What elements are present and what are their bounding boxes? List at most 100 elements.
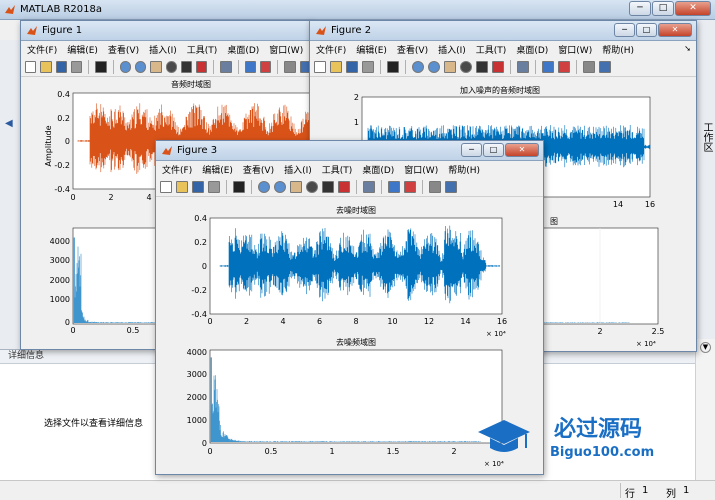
chevron-down-icon[interactable]: ▼ xyxy=(700,342,711,353)
menu-window[interactable]: 窗口(W) xyxy=(404,163,438,176)
menu-view[interactable]: 查看(V) xyxy=(243,163,274,176)
data-cursor-icon[interactable] xyxy=(476,60,488,73)
zoom-out-icon[interactable] xyxy=(274,180,286,193)
link-icon[interactable] xyxy=(517,60,529,73)
new-file-icon[interactable] xyxy=(25,60,37,73)
figure-1-titlebar[interactable]: Figure 1 xyxy=(21,21,311,41)
workspace-strip[interactable]: 工作区 xyxy=(695,20,715,380)
menu-help[interactable]: 帮助(H) xyxy=(602,43,634,56)
hide-plot-tools-icon[interactable] xyxy=(583,60,595,73)
open-folder-icon[interactable] xyxy=(176,180,188,193)
print-icon[interactable] xyxy=(362,60,374,73)
show-plot-tools-icon[interactable] xyxy=(445,180,457,193)
figure-3-titlebar[interactable]: Figure 3 ─ □ ✕ xyxy=(156,141,543,161)
menu-insert[interactable]: 插入(I) xyxy=(284,163,312,176)
colorbar-icon[interactable] xyxy=(244,60,257,73)
zoom-out-icon[interactable] xyxy=(428,60,440,73)
close-button[interactable]: ✕ xyxy=(505,143,539,157)
menu-desktop[interactable]: 桌面(D) xyxy=(227,43,259,56)
open-folder-icon[interactable] xyxy=(330,60,342,73)
legend-icon[interactable] xyxy=(260,60,272,73)
menu-help[interactable]: 帮助(H) xyxy=(448,163,480,176)
menu-tools[interactable]: 工具(T) xyxy=(187,43,218,56)
menu-tools[interactable]: 工具(T) xyxy=(322,163,353,176)
f3-top-xtick: 12 xyxy=(424,317,434,326)
zoom-out-icon[interactable] xyxy=(134,60,147,73)
minimize-button[interactable]: ─ xyxy=(629,1,651,16)
pointer-icon[interactable] xyxy=(95,60,107,73)
pointer-icon[interactable] xyxy=(233,180,245,193)
new-file-icon[interactable] xyxy=(314,60,326,73)
zoom-in-icon[interactable] xyxy=(412,60,424,73)
menu-window[interactable]: 窗口(W) xyxy=(558,43,592,56)
menu-desktop[interactable]: 桌面(D) xyxy=(362,163,394,176)
menu-window[interactable]: 窗口(W) xyxy=(269,43,303,56)
f3-top-ytick: 0 xyxy=(202,262,207,271)
f3-bot-ytick: 3000 xyxy=(187,370,207,379)
close-button[interactable]: ✕ xyxy=(658,23,692,37)
f3-bot-xtick: 0 xyxy=(207,447,212,456)
colorbar-icon[interactable] xyxy=(388,180,400,193)
maximize-button[interactable]: □ xyxy=(483,143,504,157)
row-value: 1 xyxy=(642,485,649,496)
menu-edit[interactable]: 编辑(E) xyxy=(356,43,387,56)
menu-file[interactable]: 文件(F) xyxy=(316,43,346,56)
menu-file[interactable]: 文件(F) xyxy=(27,43,57,56)
link-icon[interactable] xyxy=(363,180,375,193)
menu-edit[interactable]: 编辑(E) xyxy=(202,163,233,176)
zoom-in-icon[interactable] xyxy=(258,180,270,193)
menu-insert[interactable]: 插入(I) xyxy=(438,43,466,56)
maximize-button[interactable]: □ xyxy=(652,1,674,16)
data-cursor-icon[interactable] xyxy=(180,60,193,73)
show-plot-tools-icon[interactable] xyxy=(599,60,611,73)
brush-icon[interactable] xyxy=(338,180,350,193)
menu-view[interactable]: 查看(V) xyxy=(397,43,428,56)
menu-desktop[interactable]: 桌面(D) xyxy=(516,43,548,56)
menu-tools[interactable]: 工具(T) xyxy=(476,43,507,56)
print-icon[interactable] xyxy=(70,60,83,73)
rotate-icon[interactable] xyxy=(460,60,472,73)
dock-arrow-icon[interactable]: ➘ xyxy=(684,44,691,53)
toolbar-separator xyxy=(510,59,511,74)
new-file-icon[interactable] xyxy=(160,180,172,193)
f1-top-title: 音频时域图 xyxy=(171,79,211,89)
toolbar-separator xyxy=(88,59,90,74)
menu-file[interactable]: 文件(F) xyxy=(162,163,192,176)
maximize-button[interactable]: □ xyxy=(636,23,657,37)
toolbar-separator xyxy=(226,179,227,194)
zoom-in-icon[interactable] xyxy=(119,60,131,73)
pointer-icon[interactable] xyxy=(387,60,399,73)
save-icon[interactable] xyxy=(346,60,358,73)
save-icon[interactable] xyxy=(192,180,204,193)
print-icon[interactable] xyxy=(208,180,220,193)
details-scrollbar[interactable]: ▼ xyxy=(695,339,715,480)
hide-plot-tools-icon[interactable] xyxy=(284,60,296,73)
link-icon[interactable] xyxy=(220,60,232,73)
rotate-icon[interactable] xyxy=(306,180,318,193)
pan-icon[interactable] xyxy=(150,60,162,73)
close-button[interactable]: ✕ xyxy=(675,1,711,16)
save-icon[interactable] xyxy=(55,60,67,73)
brush-icon[interactable] xyxy=(196,60,208,73)
menu-view[interactable]: 查看(V) xyxy=(108,43,139,56)
toolbar-separator xyxy=(251,179,252,194)
open-folder-icon[interactable] xyxy=(40,60,52,73)
legend-icon[interactable] xyxy=(404,180,416,193)
figure-2-titlebar[interactable]: Figure 2 ─ □ ✕ xyxy=(310,21,696,41)
legend-icon[interactable] xyxy=(558,60,570,73)
colorbar-icon[interactable] xyxy=(542,60,554,73)
data-cursor-icon[interactable] xyxy=(322,180,334,193)
collapse-arrow-icon[interactable]: ◀ xyxy=(5,118,13,129)
menu-edit[interactable]: 编辑(E) xyxy=(67,43,98,56)
brush-icon[interactable] xyxy=(492,60,504,73)
menu-insert[interactable]: 插入(I) xyxy=(149,43,177,56)
hide-plot-tools-icon[interactable] xyxy=(429,180,441,193)
f3-bot-xtick: 0.5 xyxy=(265,447,278,456)
toolbar-separator xyxy=(405,59,406,74)
pan-icon[interactable] xyxy=(290,180,302,193)
col-value: 1 xyxy=(683,485,690,496)
pan-icon[interactable] xyxy=(444,60,456,73)
minimize-button[interactable]: ─ xyxy=(614,23,635,37)
rotate-icon[interactable] xyxy=(165,60,177,73)
minimize-button[interactable]: ─ xyxy=(461,143,482,157)
